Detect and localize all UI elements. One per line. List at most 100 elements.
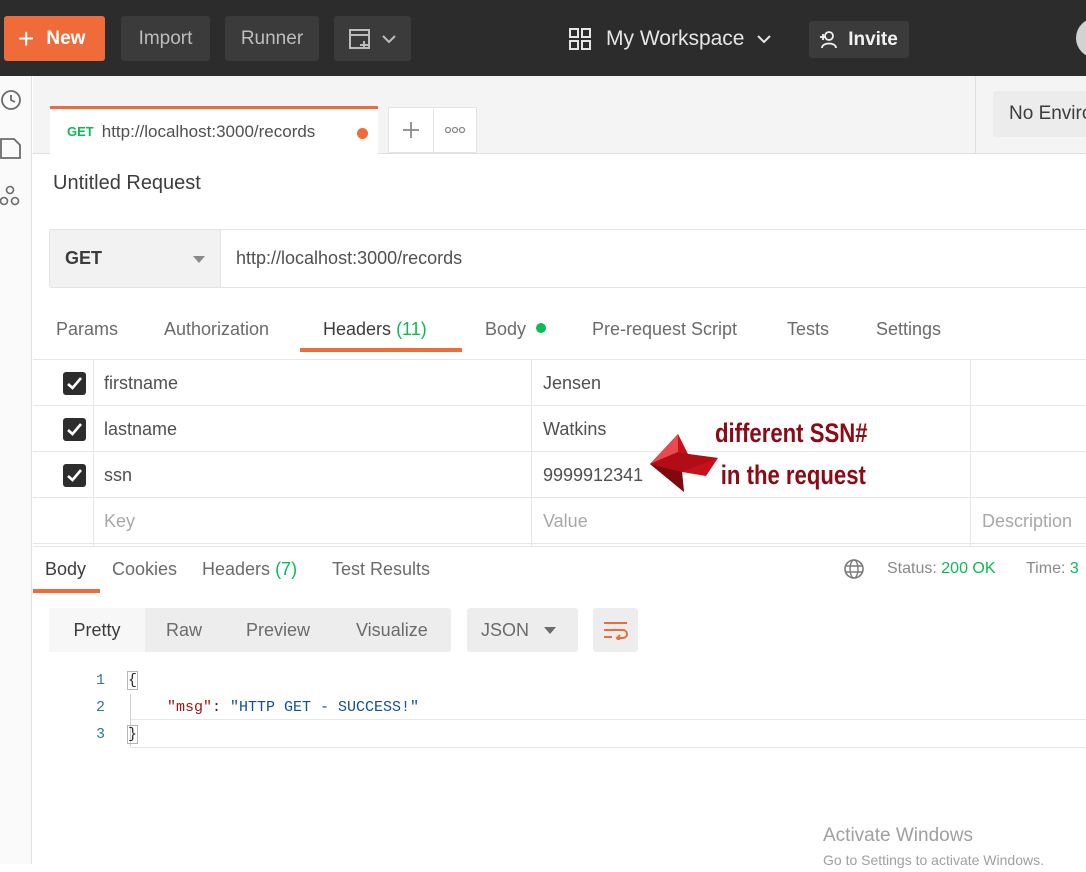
workspace-label: My Workspace xyxy=(606,26,745,50)
table-row: ssn 9999912341 xyxy=(33,452,1086,498)
tab-headers-label: Headers xyxy=(323,319,392,339)
grid-icon xyxy=(569,27,591,50)
status-value: 200 OK xyxy=(941,560,996,577)
response-tab-headers[interactable]: Headers (7) xyxy=(202,559,297,580)
invite-button[interactable]: Invite xyxy=(809,21,909,58)
annotation-line1: different SSN# xyxy=(715,418,868,448)
history-icon[interactable] xyxy=(0,88,24,112)
method-select[interactable]: GET xyxy=(49,229,221,288)
value-input[interactable]: Value xyxy=(533,498,970,544)
watermark-line2: Go to Settings to activate Windows. xyxy=(823,852,1044,868)
checkmark-icon xyxy=(67,469,82,482)
tab-tests[interactable]: Tests xyxy=(787,319,829,353)
visualize-button[interactable]: Visualize xyxy=(356,608,428,652)
tab-headers-count: (11) xyxy=(396,319,427,339)
tab-authorization[interactable]: Authorization xyxy=(164,319,269,353)
time-label: Time: xyxy=(1026,560,1066,577)
sidebar xyxy=(0,76,32,864)
row-checkbox[interactable] xyxy=(63,464,86,487)
add-user-icon xyxy=(820,30,838,48)
import-button[interactable]: Import xyxy=(121,16,210,61)
response-status: Status: 200 OK xyxy=(887,560,996,578)
activation-watermark: Activate Windows Go to Settings to activ… xyxy=(823,824,1044,872)
add-tab-button[interactable] xyxy=(388,107,434,153)
plus-icon xyxy=(403,122,419,138)
wrap-lines-button[interactable] xyxy=(593,608,638,652)
workspace-selector[interactable]: My Workspace xyxy=(568,16,772,61)
table-row-new: Key Value Description xyxy=(33,498,1086,544)
tab-settings[interactable]: Settings xyxy=(876,319,941,353)
environment-selector[interactable]: No Environment xyxy=(993,91,1086,137)
line-number: 3 xyxy=(95,726,105,743)
chevron-down-icon xyxy=(381,34,396,43)
chevron-down-icon xyxy=(193,256,205,263)
json-value: "HTTP GET - SUCCESS!" xyxy=(230,699,420,716)
response-tab-headers-count: (7) xyxy=(275,559,298,579)
apis-icon[interactable] xyxy=(0,184,24,208)
header-key[interactable]: ssn xyxy=(94,452,531,498)
preview-button[interactable]: Preview xyxy=(246,608,310,652)
headers-table: firstname Jensen lastname Watkins ssn 99… xyxy=(33,359,1086,546)
body-indicator-dot xyxy=(536,323,547,334)
format-select-value: JSON xyxy=(481,619,530,640)
status-label: Status: xyxy=(887,560,937,577)
more-icon xyxy=(444,126,466,134)
request-title[interactable]: Untitled Request xyxy=(53,172,201,195)
pretty-button[interactable]: Pretty xyxy=(49,608,145,652)
row-checkbox[interactable] xyxy=(63,418,86,441)
checkmark-icon xyxy=(67,377,82,390)
top-bar: + New Import Runner My Workspace Invite xyxy=(0,0,1086,76)
chevron-down-icon xyxy=(544,627,556,634)
table-row: firstname Jensen xyxy=(33,360,1086,406)
unsaved-indicator xyxy=(357,128,368,139)
new-window-button[interactable] xyxy=(334,16,411,61)
tab-body-label: Body xyxy=(485,319,527,339)
watermark-line1: Activate Windows xyxy=(823,825,973,846)
new-button-label: New xyxy=(46,27,86,49)
new-button[interactable]: + New xyxy=(4,16,105,61)
tab-prerequest-script[interactable]: Pre-request Script xyxy=(592,319,737,353)
tab-options-button[interactable] xyxy=(433,107,477,153)
request-tab-url: http://localhost:3000/records xyxy=(101,121,316,141)
divider xyxy=(975,76,976,154)
line-number: 2 xyxy=(95,699,105,716)
description-input[interactable]: Description xyxy=(972,498,1086,544)
globe-icon[interactable] xyxy=(843,558,865,580)
response-tabs: Body Cookies Headers (7) Test Results St… xyxy=(33,546,1086,593)
format-select[interactable]: JSON xyxy=(467,608,578,652)
tab-strip: GET http://localhost:3000/records No Env… xyxy=(33,76,1086,154)
method-select-value: GET xyxy=(65,248,103,268)
header-key[interactable]: firstname xyxy=(94,360,531,406)
current-line-highlight xyxy=(130,719,1086,748)
tab-body[interactable]: Body xyxy=(485,319,547,353)
time-value: 3 xyxy=(1069,560,1079,577)
tab-params[interactable]: Params xyxy=(56,319,118,353)
plus-icon: + xyxy=(18,22,35,54)
avatar[interactable] xyxy=(1076,18,1086,58)
invite-label: Invite xyxy=(848,28,898,50)
annotation-line2: in the request xyxy=(720,460,866,490)
checkmark-icon xyxy=(67,423,82,436)
chevron-down-icon xyxy=(757,34,772,43)
key-input[interactable]: Key xyxy=(94,498,531,544)
active-tab-indicator xyxy=(33,589,100,593)
open-brace: { xyxy=(126,671,139,690)
row-checkbox[interactable] xyxy=(63,372,86,395)
request-tab-method: GET xyxy=(67,124,94,139)
url-input[interactable]: http://localhost:3000/records xyxy=(221,229,1086,288)
view-mode-group: Pretty Raw Preview Visualize xyxy=(49,608,451,652)
header-value[interactable]: Jensen xyxy=(533,360,970,406)
annotation-callout: different SSN# in the request xyxy=(715,412,868,496)
header-key[interactable]: lastname xyxy=(94,406,531,452)
response-tab-headers-label: Headers xyxy=(202,559,271,579)
runner-button[interactable]: Runner xyxy=(225,16,319,61)
response-tab-test-results[interactable]: Test Results xyxy=(332,559,430,580)
annotation-arrow-icon xyxy=(650,434,718,492)
request-tab[interactable]: GET http://localhost:3000/records xyxy=(50,106,378,154)
response-tab-body[interactable]: Body xyxy=(45,559,86,580)
raw-button[interactable]: Raw xyxy=(166,608,202,652)
response-tab-cookies[interactable]: Cookies xyxy=(112,559,177,580)
close-brace: } xyxy=(126,725,139,744)
collections-icon[interactable] xyxy=(0,136,24,160)
table-row: lastname Watkins xyxy=(33,406,1086,452)
